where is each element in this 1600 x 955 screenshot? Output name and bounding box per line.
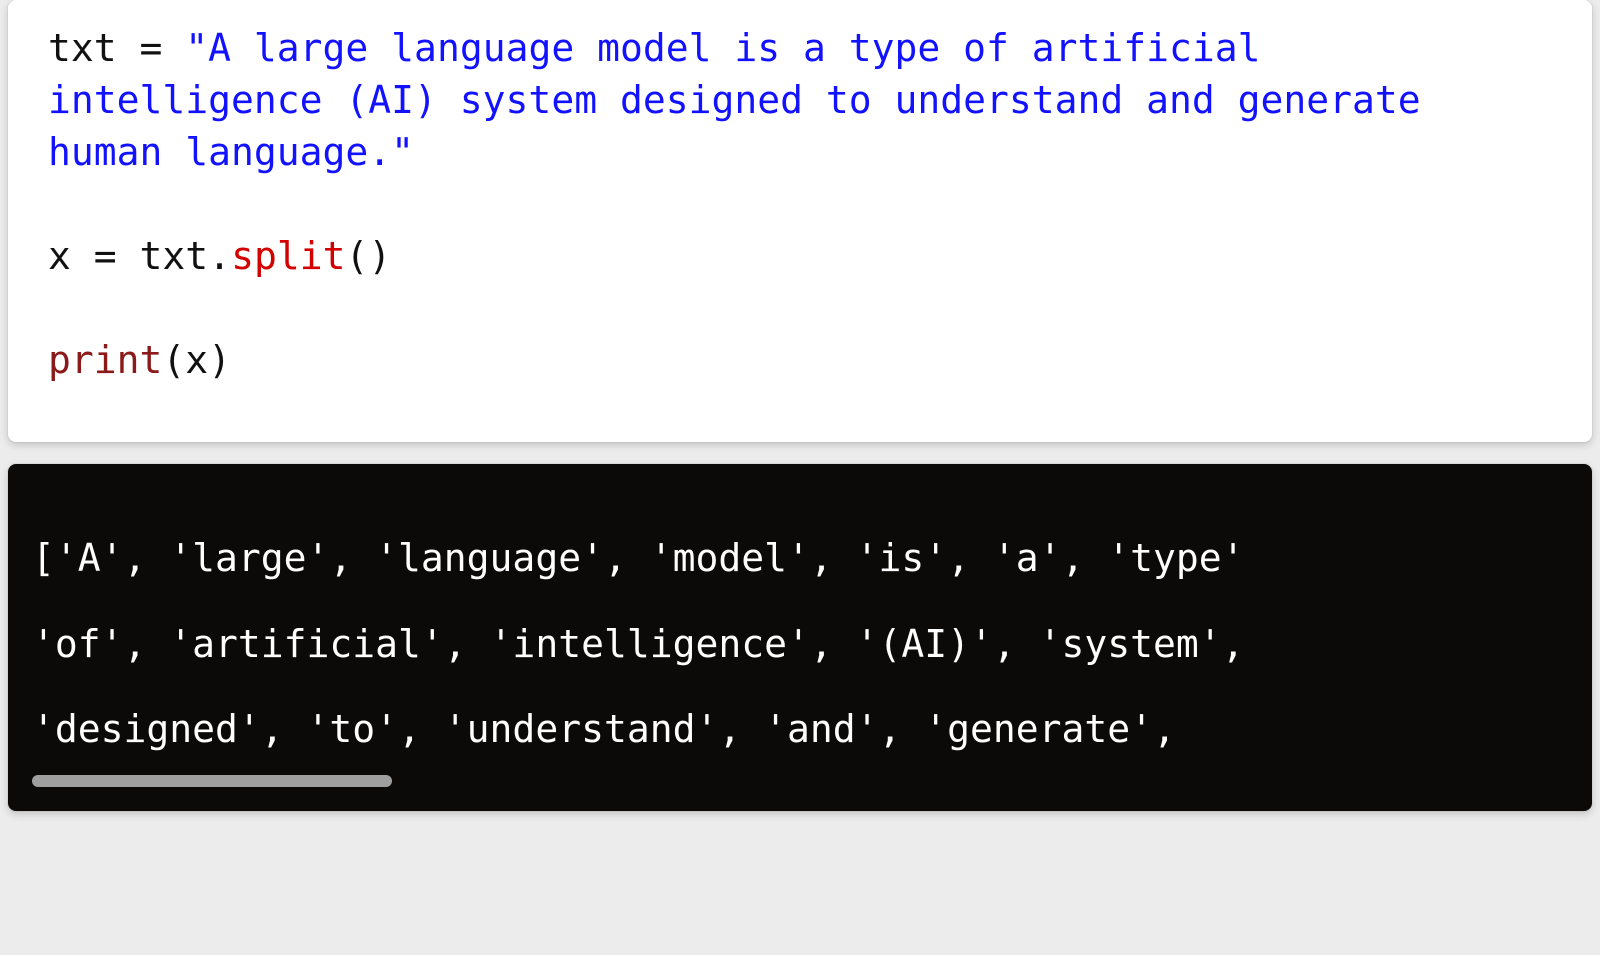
code-block[interactable]: txt = "A large language model is a type … [48,22,1552,386]
output-line: 'of', 'artificial', 'intelligence', '(AI… [32,602,1568,688]
call-parens: () [345,234,391,278]
close-paren: ) [208,338,231,382]
output-line: ['A', 'large', 'language', 'model', 'is'… [32,516,1568,602]
assign-op: = [71,234,140,278]
horizontal-scrollbar[interactable] [32,775,1568,787]
method-split: split [231,234,345,278]
ref-txt: txt [140,234,209,278]
arg-x: x [185,338,208,382]
func-print: print [48,338,162,382]
output-terminal-card: ['A', 'large', 'language', 'model', 'is'… [8,464,1592,811]
assign-op: = [117,26,186,70]
variable-x: x [48,234,71,278]
open-paren: ( [162,338,185,382]
output-scroll-area[interactable]: ['A', 'large', 'language', 'model', 'is'… [32,516,1568,811]
string-literal: "A large language model is a type of art… [48,26,1444,174]
dot-op: . [208,234,231,278]
scrollbar-thumb[interactable] [32,775,392,787]
output-line: 'designed', 'to', 'understand', 'and', '… [32,687,1568,773]
code-editor-card: txt = "A large language model is a type … [8,0,1592,442]
variable-txt: txt [48,26,117,70]
